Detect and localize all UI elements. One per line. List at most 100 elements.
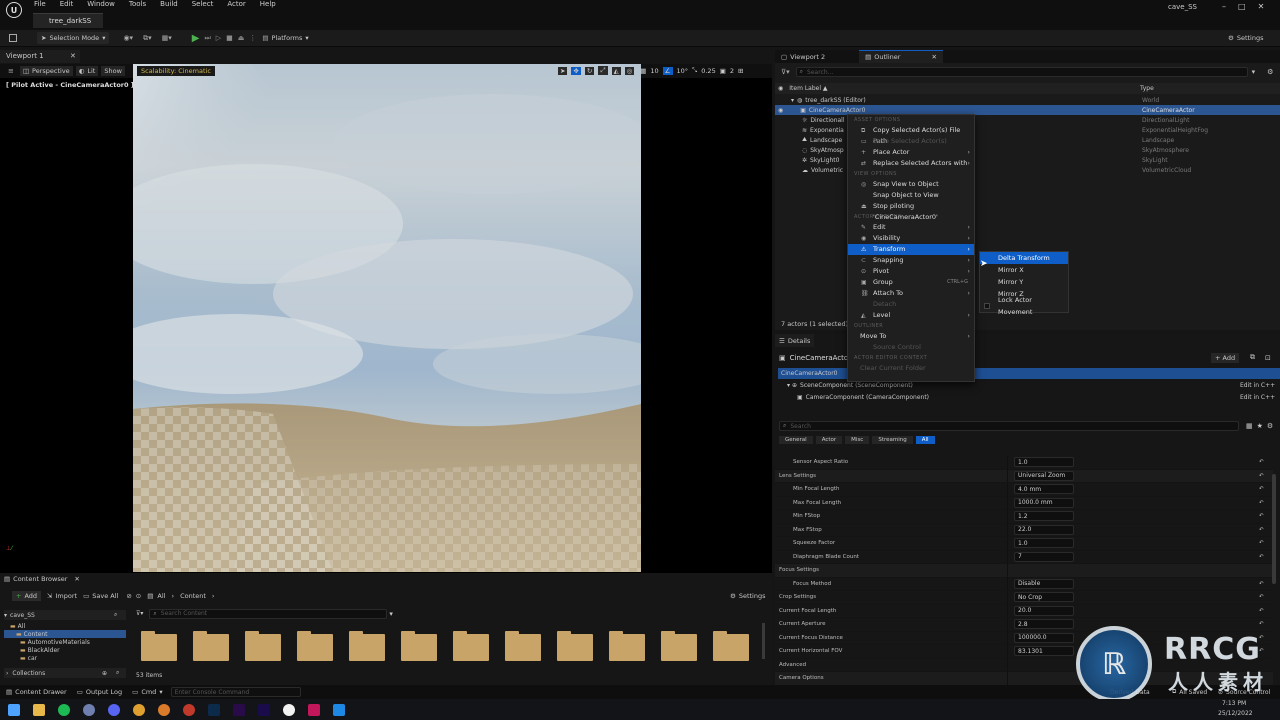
select-icon[interactable]: ➤: [558, 66, 568, 75]
outliner-search-input[interactable]: ⌕ Search...: [795, 67, 1248, 77]
menu-help[interactable]: Help: [260, 0, 276, 11]
filter-icon[interactable]: ⊽▾: [136, 610, 143, 617]
menu-tools[interactable]: Tools: [129, 0, 146, 11]
expand-icon[interactable]: ▾: [787, 382, 790, 389]
selection-mode-button[interactable]: ➤ Selection Mode ▾: [37, 32, 110, 44]
property-value[interactable]: Universal Zoom: [1014, 470, 1074, 481]
menu-snapping[interactable]: ⊂ Snapping ›: [848, 255, 974, 266]
menu-pivot[interactable]: ⊙ Pivot ›: [848, 266, 974, 277]
reset-icon[interactable]: ↶: [1259, 527, 1264, 533]
chrome-red-icon[interactable]: [183, 703, 195, 716]
actor-name[interactable]: CineCameraActor0: [790, 354, 856, 362]
expand-icon[interactable]: ▾: [791, 97, 794, 104]
menu-select[interactable]: Select: [192, 0, 214, 11]
menu-visibility[interactable]: ◉ Visibility ›: [848, 233, 974, 244]
menu-actor[interactable]: Actor: [227, 0, 245, 11]
scalability-badge[interactable]: Scalability: Cinematic: [137, 66, 215, 76]
tab-outliner[interactable]: ▤ Outliner ✕: [859, 50, 943, 63]
filter-general[interactable]: General: [779, 436, 813, 444]
breadcrumb-content[interactable]: Content: [180, 592, 206, 600]
details-scrollbar[interactable]: [1272, 474, 1276, 584]
property-value[interactable]: 1.2: [1014, 511, 1074, 522]
folder-tile[interactable]: [297, 630, 333, 661]
menu-attach-to[interactable]: ⛓ Attach To ›: [848, 288, 974, 299]
snip-icon[interactable]: [333, 703, 345, 716]
search-icon[interactable]: ⌕: [114, 611, 117, 619]
folder-tile[interactable]: [245, 630, 281, 661]
reset-icon[interactable]: ↶: [1259, 513, 1264, 519]
angle-snap-icon[interactable]: ∠: [662, 66, 673, 75]
camera-speed-icon[interactable]: ▣: [720, 67, 726, 75]
menu-icon[interactable]: ≡: [8, 67, 14, 75]
grid-value[interactable]: 10: [650, 67, 658, 75]
folder-tile[interactable]: [557, 630, 593, 661]
add-component-button[interactable]: + Add: [1211, 352, 1240, 363]
menu-place-actor[interactable]: + Place Actor ›: [848, 147, 974, 158]
cb-scrollbar[interactable]: [762, 623, 765, 659]
folder-tile[interactable]: [661, 630, 697, 661]
reset-icon[interactable]: ↶: [1259, 594, 1264, 600]
cmd-button[interactable]: ▭ Cmd ▾: [132, 688, 162, 696]
more-icon[interactable]: ⋮: [249, 34, 256, 42]
step-icon[interactable]: ⏭: [204, 34, 210, 43]
blueprint-icon[interactable]: ⧉▾: [143, 34, 152, 43]
tree-item[interactable]: ▬ car: [4, 654, 126, 662]
filter-actor[interactable]: Actor: [815, 436, 843, 444]
reset-icon[interactable]: ↶: [1259, 459, 1264, 465]
menu-stop-piloting[interactable]: ⏏ Stop piloting 'CineCameraActor0': [848, 201, 974, 221]
property-value[interactable]: 1.0: [1014, 538, 1074, 549]
property-value[interactable]: 1000.0 mm: [1014, 497, 1074, 508]
maximize-viewport-icon[interactable]: ⊞: [738, 67, 743, 75]
reset-icon[interactable]: ↶: [1259, 500, 1264, 506]
photoshop-icon[interactable]: [208, 703, 220, 716]
menu-mirror-y[interactable]: Mirror Y: [980, 276, 1068, 288]
cb-search-input[interactable]: ⌕ Search Content: [149, 608, 388, 619]
edit-cpp-link[interactable]: Edit in C++: [1240, 382, 1275, 389]
windows-start-icon[interactable]: [8, 703, 20, 716]
media-icon[interactable]: [83, 703, 95, 716]
reset-icon[interactable]: ↶: [1259, 540, 1264, 546]
camera-speed-value[interactable]: 2: [730, 67, 734, 75]
property-value[interactable]: 20.0: [1014, 605, 1074, 616]
add-collection-icon[interactable]: ⊕: [102, 670, 107, 677]
resume-icon[interactable]: ▷: [216, 34, 221, 42]
filter-all[interactable]: All: [915, 436, 935, 444]
spotify-icon[interactable]: [58, 703, 70, 716]
settings-gear-icon[interactable]: ⚙: [1267, 68, 1273, 76]
discord-icon[interactable]: [108, 703, 120, 716]
property-value[interactable]: 2.8: [1014, 619, 1074, 630]
forward-icon[interactable]: ⊙: [136, 592, 141, 600]
details-search-input[interactable]: ⌕ Search: [779, 421, 1239, 431]
menu-file[interactable]: File: [34, 0, 46, 11]
outliner-row-world[interactable]: ▾ ◍ tree_darkSS (Editor) World: [775, 95, 1280, 105]
property-value[interactable]: 22.0: [1014, 524, 1074, 535]
blueprint-icon[interactable]: ⧉: [1250, 353, 1255, 362]
scale-icon[interactable]: ⤢: [598, 66, 608, 75]
surface-snap-icon[interactable]: ◭: [611, 66, 621, 75]
menu-level[interactable]: ◭ Level ›: [848, 310, 974, 321]
property-value[interactable]: 7: [1014, 551, 1074, 562]
angle-value[interactable]: 10°: [677, 67, 689, 75]
platforms-button[interactable]: ▤ Platforms ▾: [262, 34, 308, 42]
property-value[interactable]: No Crop: [1014, 592, 1074, 603]
unreal-logo-icon[interactable]: U: [6, 2, 22, 18]
filter-icon[interactable]: ⊽▾: [781, 68, 790, 76]
gear-icon[interactable]: ⚙: [1267, 422, 1273, 430]
cb-settings-button[interactable]: ⚙ Settings: [730, 592, 766, 600]
world-icon[interactable]: ◎: [624, 66, 635, 75]
reset-icon[interactable]: ↶: [1259, 486, 1264, 492]
chrome-icon[interactable]: [133, 703, 145, 716]
search-icon[interactable]: ⌕: [116, 669, 119, 677]
tab-content-browser[interactable]: ▤ Content Browser ✕: [4, 575, 80, 583]
maximize-icon[interactable]: □: [1238, 2, 1246, 11]
breadcrumb-all[interactable]: All: [157, 592, 165, 600]
reset-icon[interactable]: ↶: [1259, 554, 1264, 560]
save-all-button[interactable]: ▭ Save All: [83, 592, 118, 600]
eye-icon[interactable]: ◉: [778, 107, 783, 114]
menu-move-to[interactable]: Move To ›: [848, 331, 974, 342]
menu-edit[interactable]: Edit: [60, 0, 74, 11]
col-item-label[interactable]: Item Label ▲: [789, 85, 827, 92]
folder-tile[interactable]: [713, 630, 749, 661]
property-value[interactable]: Disable: [1014, 578, 1074, 589]
tab-viewport-2[interactable]: ▢ Viewport 2: [775, 50, 831, 63]
